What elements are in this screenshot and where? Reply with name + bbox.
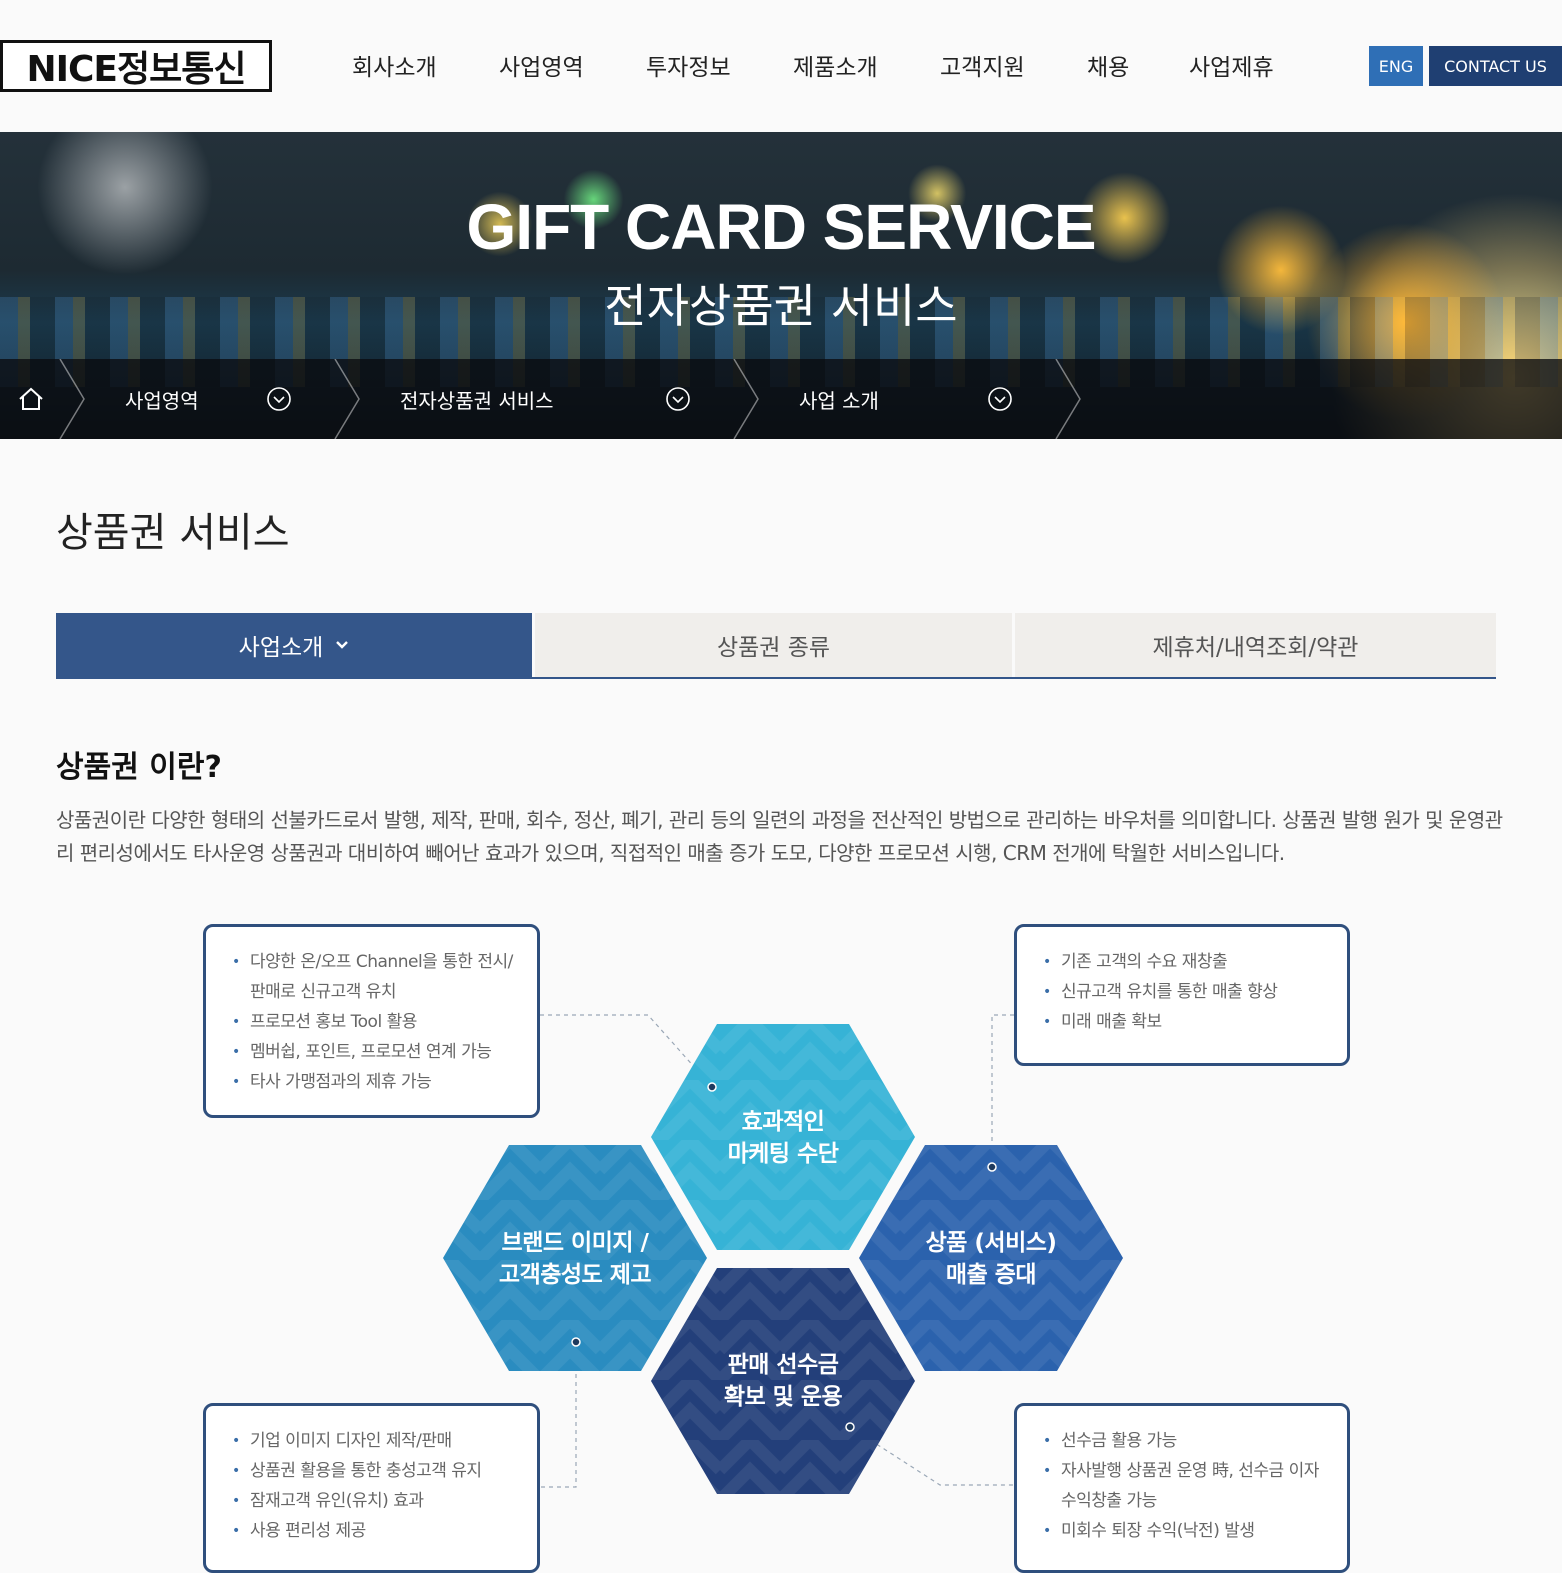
list-item: 프로모션 홍보 Tool 활용	[232, 1007, 513, 1037]
section-description: 상품권이란 다양한 형태의 선불카드로서 발행, 제작, 판매, 회수, 정산,…	[56, 808, 1503, 865]
hex-label-line: 판매 선수금	[727, 1352, 839, 1378]
list-item: 미래 매출 확보	[1043, 1007, 1323, 1037]
home-icon[interactable]	[16, 385, 46, 413]
info-box-sales: 기존 고객의 수요 재창출 신규고객 유치를 통한 매출 향상 미래 매출 확보	[1014, 924, 1350, 1066]
breadcrumb-separator-icon	[1055, 359, 1081, 439]
breadcrumb-separator-icon	[59, 359, 85, 439]
hex-label-line: 상품 (서비스)	[925, 1230, 1057, 1256]
list-item: 신규고객 유치를 통한 매출 향상	[1043, 977, 1323, 1007]
chevron-down-icon	[336, 641, 349, 649]
nav-item-support[interactable]: 고객지원	[940, 48, 1025, 82]
list-item: 상품권 활용을 통한 충성고객 유지	[232, 1456, 513, 1486]
tab-business-intro[interactable]: 사업소개	[56, 613, 532, 677]
eng-button[interactable]: ENG	[1369, 46, 1423, 86]
list-item: 자사발행 상품권 운영 時, 선수금 이자 수익창출 가능	[1043, 1456, 1323, 1516]
tab-label: 상품권 종류	[716, 635, 831, 661]
tab-label: 사업소개	[238, 635, 324, 661]
site-header: NICE정보통신 회사소개 사업영역 투자정보 제품소개 고객지원 채용 사업제…	[0, 0, 1562, 132]
hex-label-sales: 상품 (서비스) 매출 증대	[871, 1227, 1111, 1291]
nav-item-products[interactable]: 제품소개	[793, 48, 878, 82]
breadcrumb-separator-icon	[334, 359, 360, 439]
main-nav: 회사소개 사업영역 투자정보 제품소개 고객지원 채용 사업제휴	[0, 48, 1300, 84]
nav-item-company[interactable]: 회사소개	[352, 48, 437, 82]
benefits-diagram: 효과적인 마케팅 수단 브랜드 이미지 / 고객충성도 제고 상품 (서비스) …	[0, 900, 1562, 1573]
list-item: 잠재고객 유인(유치) 효과	[232, 1486, 513, 1516]
breadcrumb-item-giftcard[interactable]: 전자상품권 서비스	[400, 385, 554, 414]
nav-item-partnership[interactable]: 사업제휴	[1189, 48, 1274, 82]
list-item: 다양한 온/오프 Channel을 통한 전시/판매로 신규고객 유치	[232, 947, 513, 1007]
hex-label-line: 고객충성도 제고	[498, 1262, 652, 1288]
hex-label-line: 브랜드 이미지 /	[501, 1230, 649, 1256]
hex-label-brand: 브랜드 이미지 / 고객충성도 제고	[455, 1227, 695, 1291]
hex-label-line: 확보 및 운용	[723, 1384, 843, 1410]
section-title: 상품권 이란?	[56, 750, 222, 785]
info-box-brand: 기업 이미지 디자인 제작/판매 상품권 활용을 통한 충성고객 유지 잠재고객…	[203, 1403, 540, 1573]
hex-label-line: 마케팅 수단	[727, 1141, 839, 1167]
list-item: 기존 고객의 수요 재창출	[1043, 947, 1323, 977]
tab-giftcard-types[interactable]: 상품권 종류	[535, 613, 1012, 677]
list-item: 멤버쉽, 포인트, 프로모션 연계 가능	[232, 1037, 513, 1067]
tab-bar: 사업소개 상품권 종류 제휴처/내역조회/약관	[56, 613, 1496, 679]
chevron-down-circle-icon[interactable]	[665, 386, 691, 412]
nav-item-business[interactable]: 사업영역	[499, 48, 584, 82]
list-item: 기업 이미지 디자인 제작/판매	[232, 1426, 513, 1456]
list-item: 타사 가맹점과의 제휴 가능	[232, 1067, 513, 1097]
hex-label-marketing: 효과적인 마케팅 수단	[663, 1106, 903, 1170]
info-box-marketing: 다양한 온/오프 Channel을 통한 전시/판매로 신규고객 유치 프로모션…	[203, 924, 540, 1118]
breadcrumb-separator-icon	[733, 359, 759, 439]
nav-item-investment[interactable]: 투자정보	[646, 48, 731, 82]
nav-item-recruit[interactable]: 채용	[1087, 48, 1129, 82]
contact-us-button[interactable]: CONTACT US	[1429, 46, 1562, 86]
hex-label-line: 매출 증대	[945, 1262, 1037, 1288]
hero-subtitle: 전자상품권 서비스	[604, 279, 958, 333]
breadcrumb-item-business[interactable]: 사업영역	[125, 385, 199, 414]
hero-title: GIFT CARD SERVICE	[466, 191, 1097, 263]
chevron-down-circle-icon[interactable]	[987, 386, 1013, 412]
breadcrumb: 사업영역 전자상품권 서비스 사업 소개	[0, 359, 1562, 439]
list-item: 선수금 활용 가능	[1043, 1426, 1323, 1456]
page-title: 상품권 서비스	[56, 510, 290, 556]
breadcrumb-item-intro[interactable]: 사업 소개	[799, 385, 879, 414]
info-box-prepayment: 선수금 활용 가능 자사발행 상품권 운영 時, 선수금 이자 수익창출 가능 …	[1014, 1403, 1350, 1573]
list-item: 사용 편리성 제공	[232, 1516, 513, 1546]
list-item: 미회수 퇴장 수익(낙전) 발생	[1043, 1516, 1323, 1546]
tab-partners-history-terms[interactable]: 제휴처/내역조회/약관	[1015, 613, 1496, 677]
hex-label-prepayment: 판매 선수금 확보 및 운용	[663, 1349, 903, 1413]
hex-label-line: 효과적인	[741, 1109, 825, 1135]
tab-label: 제휴처/내역조회/약관	[1152, 635, 1359, 661]
chevron-down-circle-icon[interactable]	[266, 386, 292, 412]
